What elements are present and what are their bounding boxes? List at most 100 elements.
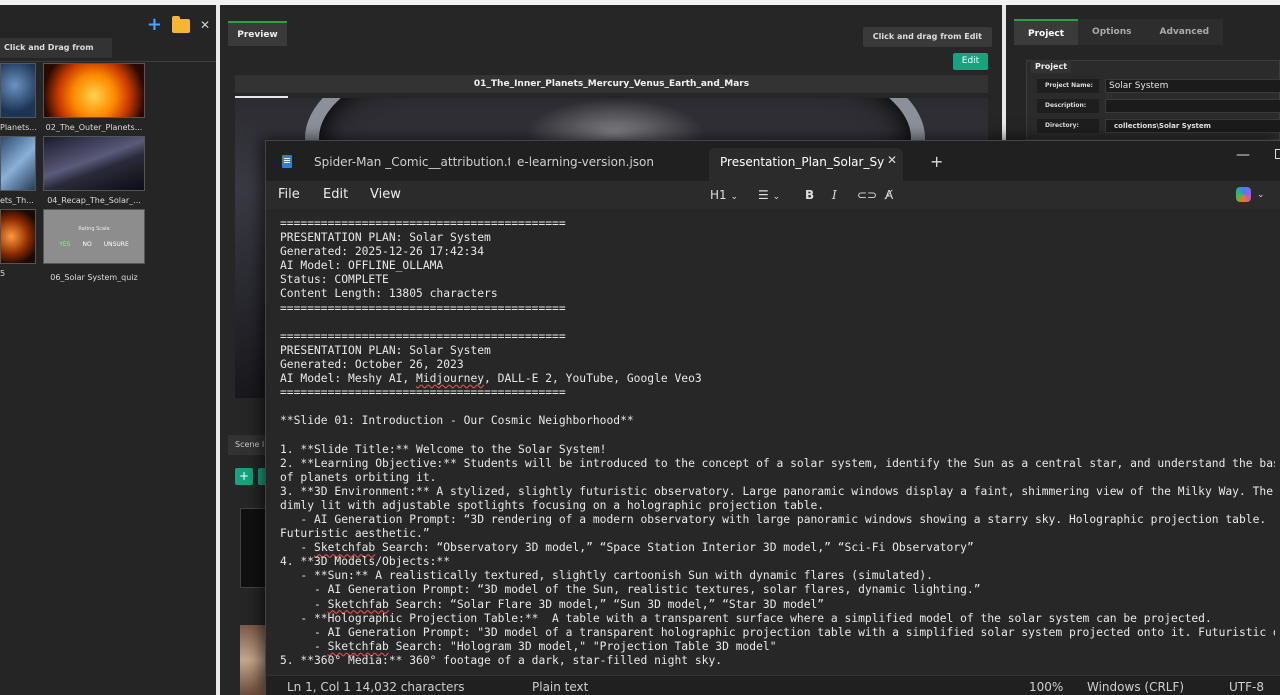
clear-format-icon[interactable]: A̸ <box>885 185 893 205</box>
text-line: 2. **Learning Objective:** Students will… <box>280 456 1275 470</box>
asset-thumb-2[interactable] <box>43 63 145 118</box>
zoom-level[interactable]: 100% <box>1029 680 1063 694</box>
close-tab-icon[interactable]: ✕ <box>887 153 897 167</box>
tab-advanced[interactable]: Advanced <box>1145 19 1224 45</box>
assets-toolbar: + ✕ <box>147 15 210 35</box>
text-line: AI Model: OFFLINE_OLLAMA <box>280 259 444 273</box>
text-line: 3. **3D Environment:** A stylized, sligh… <box>280 484 1275 498</box>
list-icon: ☰ <box>758 188 769 202</box>
menu-edit[interactable]: Edit <box>323 185 348 205</box>
add-asset-icon[interactable]: + <box>147 15 162 35</box>
project-tabs: Project Options Advanced <box>1014 19 1224 45</box>
asset-thumb-1[interactable] <box>0 63 36 118</box>
description-label: Description: <box>1037 99 1099 113</box>
copilot-icon[interactable] <box>1236 187 1251 202</box>
asset-label-5: 5 <box>0 269 6 278</box>
text-line: - Sketchfab Search: “Solar Flare 3D mode… <box>280 597 825 611</box>
asset-label-1: Planets... <box>0 123 37 132</box>
line-ending[interactable]: Windows (CRLF) <box>1087 680 1184 694</box>
tab-file-active[interactable]: Presentation_Plan_Solar_System.txt ✕ <box>709 148 903 181</box>
text-line: AI Model: Meshy AI, Midjourney, DALL-E 2… <box>280 372 702 386</box>
list-dropdown[interactable]: ☰ ⌄ <box>758 185 780 207</box>
description-input[interactable] <box>1105 99 1280 113</box>
chevron-down-icon[interactable]: ⌄ <box>1257 185 1265 205</box>
text-line: 5. **360° Media:** 360° footage of a dar… <box>280 653 723 667</box>
quiz-option-yes: YES <box>59 241 71 248</box>
chevron-down-icon: ⌄ <box>730 192 739 202</box>
tab-file-2[interactable]: e-learning-version.json <box>517 153 697 173</box>
notepad-app-icon <box>282 155 292 168</box>
directory-input[interactable]: collections\Solar System <box>1105 119 1280 133</box>
asset-thumb-5[interactable] <box>0 209 36 264</box>
bold-icon[interactable]: B <box>805 185 814 205</box>
assets-tab[interactable]: Click and Drag from Assets <box>0 38 112 72</box>
active-tab-title: Presentation_Plan_Solar_System.txt <box>720 155 884 169</box>
project-name-label: Project Name: <box>1037 79 1099 93</box>
text-line: ========================================… <box>280 301 566 315</box>
quiz-title: Rating Scale <box>78 226 110 232</box>
new-tab-icon[interactable]: + <box>930 152 943 171</box>
heading-value: H1 <box>710 188 727 202</box>
text-line: PRESENTATION PLAN: Solar System <box>280 343 491 357</box>
notepad-statusbar: Ln 1, Col 1 14,032 characters Plain text… <box>266 675 1280 695</box>
text-line: - AI Generation Prompt: “3D model of the… <box>280 583 981 597</box>
tab-preview[interactable]: Preview <box>228 21 287 46</box>
divider <box>0 61 216 62</box>
menu-file[interactable]: File <box>278 185 300 205</box>
desktop: + ✕ Click and Drag from Assets Planets..… <box>0 0 1280 695</box>
tab-file-1[interactable]: Spider-Man _Comic__attribution.txt <box>314 153 510 173</box>
project-group: Project Project Name: Solar System Descr… <box>1026 60 1280 140</box>
encoding[interactable]: UTF-8 <box>1229 680 1264 694</box>
text-line: - **Holographic Projection Table:** A ta… <box>280 611 1212 625</box>
notepad-titlebar: Spider-Man _Comic__attribution.txt e-lea… <box>266 141 1280 181</box>
maximize-icon[interactable] <box>1275 149 1280 159</box>
tab-project[interactable]: Project <box>1014 19 1079 45</box>
text-line: - AI Generation Prompt: "3D model of a t… <box>280 625 1275 639</box>
assets-panel: + ✕ Click and Drag from Assets Planets..… <box>0 5 216 695</box>
text-line: ========================================… <box>280 329 566 343</box>
format-indicator: Plain text <box>532 680 589 694</box>
minimize-icon[interactable]: — <box>1236 147 1250 163</box>
text-line: Content Length: 13805 characters <box>280 287 498 301</box>
text-line: - Sketchfab Search: “Observatory 3D mode… <box>280 541 974 555</box>
text-line <box>280 316 1275 330</box>
text-line <box>280 400 1275 414</box>
notepad-editor[interactable]: ========================================… <box>266 209 1280 675</box>
text-line: - Sketchfab Search: "Hologram 3D model,"… <box>280 639 777 653</box>
text-line: ========================================… <box>280 217 566 230</box>
asset-thumb-4[interactable] <box>43 136 145 191</box>
text-line: 4. **3D Models/Objects:** <box>280 555 451 569</box>
quiz-option-unsure: UNSURE <box>103 241 129 248</box>
text-line: Generated: 2025-12-26 17:42:34 <box>280 245 485 259</box>
text-line: PRESENTATION PLAN: Solar System <box>280 231 491 245</box>
tab-options[interactable]: Options <box>1078 19 1146 45</box>
chevron-down-icon: ⌄ <box>772 192 781 202</box>
add-scene-button[interactable]: + <box>235 468 253 485</box>
asset-label-3: ets_Th... <box>0 196 34 205</box>
text-line: ========================================… <box>280 386 566 400</box>
close-icon[interactable]: ✕ <box>200 18 210 32</box>
asset-label-6: 06_Solar System_quiz <box>50 273 138 282</box>
asset-thumb-3[interactable] <box>0 136 36 191</box>
drag-from-edit-button[interactable]: Click and drag from Edit <box>862 27 992 47</box>
quiz-options: YES NO UNSURE <box>44 241 144 248</box>
character-count: 14,032 characters <box>355 680 465 694</box>
menu-view[interactable]: View <box>370 185 401 205</box>
text-line: Futuristic aesthetic.” <box>280 527 430 541</box>
link-icon[interactable]: ⊂⊃ <box>857 185 877 205</box>
video-title: 01_The_Inner_Planets_Mercury_Venus_Earth… <box>235 75 988 93</box>
heading-dropdown[interactable]: H1 ⌄ <box>710 185 738 207</box>
asset-label-2: 02_The_Outer_Planets... <box>45 123 143 132</box>
description-row: Description: <box>1037 99 1280 113</box>
folder-icon[interactable] <box>171 16 190 33</box>
text-line: dimly lit with adjustable spotlights foc… <box>280 498 825 512</box>
edit-button[interactable]: Edit <box>953 53 988 70</box>
text-line: Generated: October 26, 2023 <box>280 357 464 371</box>
directory-row: Directory: collections\Solar System <box>1037 119 1280 133</box>
text-line: - **Sun:** A realistically textured, sli… <box>280 569 933 583</box>
project-name-input[interactable]: Solar System <box>1105 79 1280 93</box>
text-line: of planets orbiting it. <box>280 470 437 484</box>
italic-icon[interactable]: I <box>832 185 837 205</box>
asset-thumb-quiz[interactable]: Rating Scale YES NO UNSURE <box>43 209 145 264</box>
text-line: - AI Generation Prompt: “3D rendering of… <box>280 512 1267 526</box>
